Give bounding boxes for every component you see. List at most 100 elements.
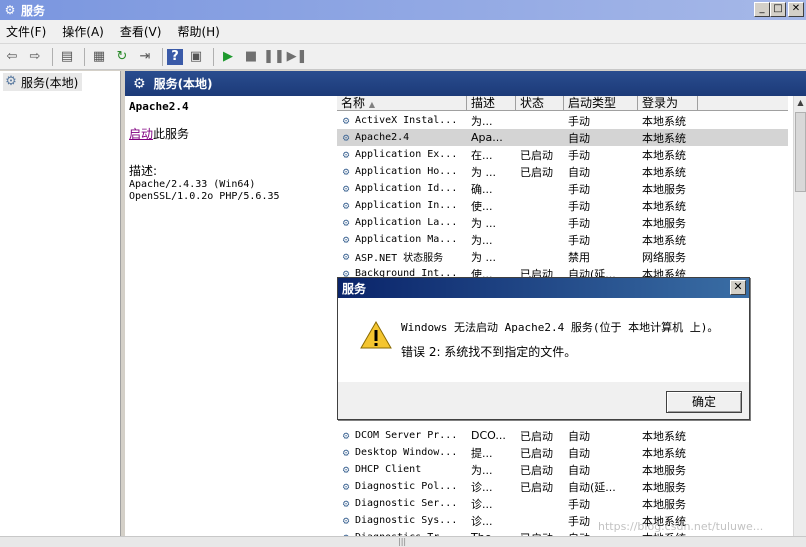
cell-description: 为 ... <box>471 165 496 179</box>
table-row[interactable]: ⚙ Application Ex... 在... 已启动 手动 本地系统 <box>337 146 788 163</box>
cell-logon-as: 本地服务 <box>642 463 686 477</box>
cell-startup-type: 手动 <box>568 497 590 511</box>
cell-startup-type: 自动 <box>568 131 590 145</box>
scroll-up-icon[interactable]: ▲ <box>794 96 806 109</box>
minimize-button[interactable]: _ <box>754 2 770 17</box>
service-gear-icon: ⚙ <box>342 164 350 178</box>
dialog-close-button[interactable]: ✕ <box>730 280 746 295</box>
cell-description: 诊... <box>471 497 493 511</box>
stop-service-icon[interactable]: ■ <box>241 47 261 67</box>
cell-startup-type: 手动 <box>568 233 590 247</box>
service-gear-icon: ⚙ <box>342 445 350 459</box>
scroll-thumb[interactable] <box>795 112 806 192</box>
start-suffix: 此服务 <box>153 127 190 141</box>
cell-logon-as: 本地服务 <box>642 497 686 511</box>
service-gear-icon: ⚙ <box>342 428 350 442</box>
service-gear-icon: ⚙ <box>342 130 350 144</box>
cell-startup-type: 手动 <box>568 216 590 230</box>
console-tree: ⚙ 服务(本地) <box>0 71 121 536</box>
table-row[interactable]: ⚙ DHCP Client 为... 已启动 自动 本地服务 <box>337 461 788 478</box>
cell-logon-as: 本地系统 <box>642 199 686 213</box>
table-row[interactable]: ⚙ Application La... 为 ... 手动 本地服务 <box>337 214 788 231</box>
cell-name: ⚙ ASP.NET 状态服务 <box>337 249 467 265</box>
warning-icon <box>360 321 392 349</box>
close-button[interactable]: ✕ <box>788 2 804 17</box>
table-row[interactable]: ⚙ ASP.NET 状态服务为 ... 禁用 网络服务 <box>337 248 788 265</box>
forward-icon[interactable]: ⇨ <box>25 47 45 67</box>
table-row[interactable]: ⚙ Apache2.4 Apa... 自动 本地系统 <box>337 129 788 146</box>
cell-name: ⚙ Apache2.4 <box>337 131 467 145</box>
show-hide-tree-icon[interactable]: ▤ <box>57 47 77 67</box>
column-description[interactable]: 描述 <box>467 96 516 111</box>
toolbar: ⇦ ⇨ ▤ ▦ ↻ ⇥ ? ▣ ▶ ■ ❚❚ ▶❚ <box>0 44 806 70</box>
cell-startup-type: 禁用 <box>568 250 590 264</box>
export-list-icon[interactable]: ⇥ <box>135 47 155 67</box>
cell-name: ⚙ Application La... <box>337 216 467 230</box>
rows-top: ⚙ ActiveX Instal... 为... 手动 本地系统 ⚙ Apache2.4 Ap… <box>337 112 788 282</box>
cell-status: 已启动 <box>520 429 553 443</box>
menu-help[interactable]: 帮助(H) <box>169 20 227 44</box>
vertical-scrollbar[interactable]: ▲ <box>793 96 806 536</box>
service-name: Apache2.4 <box>129 100 189 113</box>
restart-service-icon[interactable]: ▶❚ <box>287 47 308 67</box>
start-service-link[interactable]: 启动 <box>129 127 153 141</box>
tree-item-services-local[interactable]: ⚙ 服务(本地) <box>3 73 83 91</box>
table-row[interactable]: ⚙ Diagnostic Ser... 诊... 手动 本地服务 <box>337 495 788 512</box>
service-gear-icon: ⚙ <box>342 181 350 195</box>
resize-grip-icon[interactable]: ||| <box>398 537 406 546</box>
cell-logon-as: 本地系统 <box>642 446 686 460</box>
table-row[interactable]: ⚙ Application Id... 确... 手动 本地服务 <box>337 180 788 197</box>
extended-details: Apache2.4 启动此服务 描述: Apache/2.4.33 (Win64… <box>125 96 333 536</box>
pause-service-icon[interactable]: ❚❚ <box>263 47 285 67</box>
menu-view[interactable]: 查看(V) <box>112 20 170 44</box>
cell-startup-type: 手动 <box>568 114 590 128</box>
start-service-icon[interactable]: ▶ <box>218 47 238 67</box>
column-logon-as[interactable]: 登录为 <box>638 96 698 111</box>
service-gear-icon: ⚙ <box>342 249 350 263</box>
watermark: https://blog.csdn.net/tuluwe... <box>598 520 764 533</box>
cell-status: 已启动 <box>520 480 553 494</box>
table-row[interactable]: ⚙ Diagnostic Pol... 诊... 已启动 自动(延... 本地服务 <box>337 478 788 495</box>
ok-button[interactable]: 确定 <box>666 391 742 413</box>
cell-description: 诊... <box>471 514 493 528</box>
cell-name: ⚙ ActiveX Instal... <box>337 114 467 128</box>
table-row[interactable]: ⚙ Application Ma... 为... 手动 本地系统 <box>337 231 788 248</box>
cell-status: 已启动 <box>520 463 553 477</box>
table-row[interactable]: ⚙ Application Ho... 为 ... 已启动 自动 本地系统 <box>337 163 788 180</box>
cell-description: 为... <box>471 233 493 247</box>
cell-logon-as: 本地服务 <box>642 216 686 230</box>
column-startup-type[interactable]: 启动类型 <box>564 96 638 111</box>
cell-name: ⚙ DCOM Server Pr... <box>337 429 467 443</box>
back-icon[interactable]: ⇦ <box>2 47 22 67</box>
dialog-message: Windows 无法启动 Apache2.4 服务(位于 本地计算机 上)。 <box>401 321 719 334</box>
console-icon[interactable]: ▣ <box>186 47 206 67</box>
table-row[interactable]: ⚙ Desktop Window... 提... 已启动 自动 本地系统 <box>337 444 788 461</box>
toolbar-separator <box>213 47 214 66</box>
menu-file[interactable]: 文件(F) <box>0 20 54 44</box>
help-icon[interactable]: ? <box>167 48 183 65</box>
maximize-button[interactable]: □ <box>770 2 786 17</box>
table-row[interactable]: ⚙ ActiveX Instal... 为... 手动 本地系统 <box>337 112 788 129</box>
cell-logon-as: 本地系统 <box>642 148 686 162</box>
cell-startup-type: 手动 <box>568 182 590 196</box>
table-row[interactable]: ⚙ DCOM Server Pr... DCO... 已启动 自动 本地系统 <box>337 427 788 444</box>
window-controls: _ □ ✕ <box>754 2 804 17</box>
properties-icon[interactable]: ▦ <box>89 47 109 67</box>
cell-name: ⚙ Diagnostic Pol... <box>337 480 467 494</box>
cell-name: ⚙ Application In... <box>337 199 467 213</box>
column-name[interactable]: 名称 ▲ <box>337 96 467 111</box>
service-gear-icon: ⚙ <box>342 215 350 229</box>
table-row[interactable]: ⚙ Application In... 使... 手动 本地系统 <box>337 197 788 214</box>
column-status[interactable]: 状态 <box>516 96 564 111</box>
cell-description: 诊... <box>471 480 493 494</box>
cell-startup-type: 自动 <box>568 165 590 179</box>
menu-action[interactable]: 操作(A) <box>54 20 112 44</box>
window-title: 服务 <box>21 3 46 18</box>
service-gear-icon: ⚙ <box>342 462 350 476</box>
refresh-icon[interactable]: ↻ <box>112 47 132 67</box>
service-gear-icon: ⚙ <box>342 513 350 527</box>
description-label: 描述: <box>129 164 158 178</box>
cell-description: DCO... <box>471 429 506 442</box>
cell-description: Apa... <box>471 131 503 144</box>
cell-description: 为 ... <box>471 216 496 230</box>
